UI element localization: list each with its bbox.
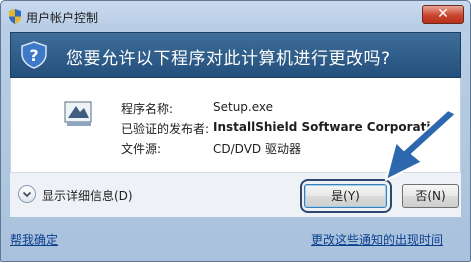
setup-program-icon bbox=[64, 101, 92, 126]
file-source-value: CD/DVD 驱动器 bbox=[213, 142, 301, 156]
program-name-label: 程序名称: bbox=[121, 102, 174, 116]
banner-question: 您要允许以下程序对此计算机进行更改吗? bbox=[66, 49, 391, 69]
title-bar: 用户帐户控制 ✕ bbox=[1, 1, 470, 31]
svg-text:?: ? bbox=[29, 46, 38, 65]
window-title: 用户帐户控制 bbox=[26, 11, 99, 25]
pointer-arrow-icon bbox=[385, 109, 457, 181]
publisher-label: 已验证的发布者: bbox=[121, 122, 210, 136]
close-icon: ✕ bbox=[437, 6, 449, 22]
help-link[interactable]: 帮我确定 bbox=[10, 231, 58, 248]
close-button[interactable]: ✕ bbox=[422, 5, 464, 24]
uac-shield-icon bbox=[9, 9, 21, 24]
file-source-label: 文件源: bbox=[121, 142, 162, 156]
change-notification-link[interactable]: 更改这些通知的出现时间 bbox=[311, 231, 443, 248]
question-shield-icon: ? bbox=[21, 41, 47, 69]
chevron-down-icon bbox=[18, 185, 36, 203]
bottom-links: 帮我确定 更改这些通知的出现时间 bbox=[1, 217, 470, 263]
show-details-label: 显示详细信息(D) bbox=[42, 189, 133, 203]
program-name-value: Setup.exe bbox=[213, 100, 274, 114]
question-banner: ? 您要允许以下程序对此计算机进行更改吗? bbox=[10, 32, 461, 78]
